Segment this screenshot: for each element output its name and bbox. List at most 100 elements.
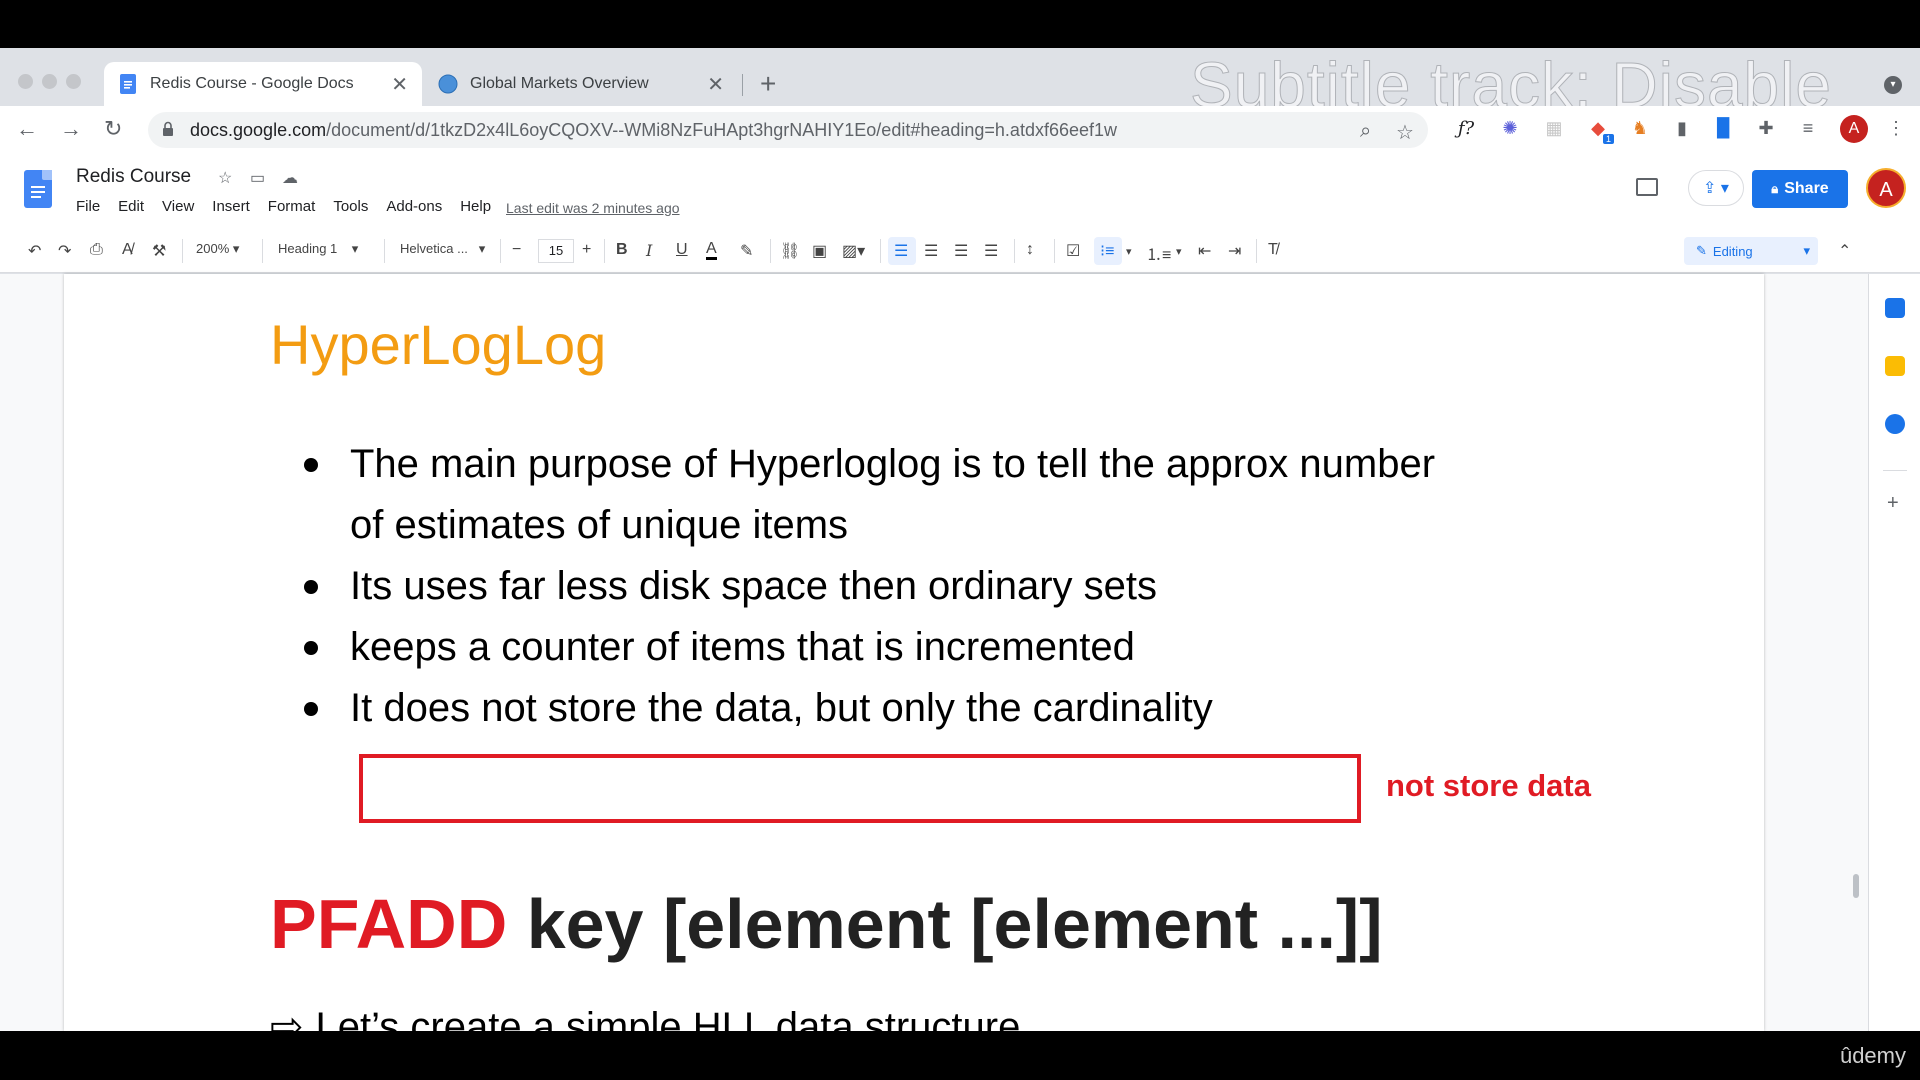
reading-list-icon[interactable]: ≡	[1796, 116, 1820, 140]
justify-icon[interactable]: ☰	[984, 241, 998, 261]
bulleted-list-icon[interactable]: ⁝≡	[1100, 241, 1114, 261]
tab-strip: Redis Course - Google Docs ✕ Global Mark…	[0, 48, 1920, 122]
zoom-select[interactable]: 200% ▾	[196, 241, 239, 257]
menu-help[interactable]: Help	[460, 198, 491, 215]
align-center-icon[interactable]: ☰	[924, 241, 938, 261]
maximize-window-button[interactable]	[66, 74, 81, 89]
fox-extension-icon[interactable]: ♞	[1628, 116, 1652, 140]
address-bar[interactable]: docs.google.com/document/d/1tkzD2x4lL6oy…	[148, 112, 1428, 148]
comment-history-icon[interactable]	[1636, 178, 1658, 196]
chevron-down-icon[interactable]: ▾	[1176, 245, 1182, 258]
cloud-status-icon[interactable]: ☁	[282, 168, 298, 188]
increase-font-size-button[interactable]: +	[582, 241, 591, 259]
puzzle-icon[interactable]: ✚	[1754, 116, 1778, 140]
align-left-icon[interactable]: ☰	[894, 241, 908, 261]
close-icon[interactable]: ✕	[391, 72, 408, 97]
increase-indent-icon[interactable]: ⇥	[1228, 241, 1241, 261]
line-spacing-icon[interactable]: ↕	[1026, 241, 1034, 259]
heading-hyperloglog[interactable]: HyperLogLog	[270, 312, 606, 377]
google-docs-logo-icon[interactable]	[24, 170, 52, 208]
insert-link-icon[interactable]: ⛓	[780, 241, 800, 261]
profile-avatar[interactable]: A	[1840, 115, 1868, 143]
subtext-line[interactable]: ⇨ Let’s create a simple HLL data structur…	[270, 1004, 1020, 1031]
video-bottom-bar: ûdemy	[0, 1031, 1920, 1080]
add-addon-icon[interactable]: +	[1887, 492, 1899, 515]
back-icon[interactable]: ←	[16, 116, 38, 142]
calendar-icon[interactable]	[1885, 298, 1905, 318]
highlight-box	[359, 754, 1361, 823]
redo-icon[interactable]: ↷	[58, 241, 71, 261]
italic-icon[interactable]: I	[646, 241, 652, 260]
present-button[interactable]: ⇪ ▾	[1688, 170, 1744, 206]
menu-edit[interactable]: Edit	[118, 198, 144, 215]
close-window-button[interactable]	[18, 74, 33, 89]
highlight-color-icon[interactable]: ✎	[740, 241, 753, 261]
forward-icon[interactable]: →	[60, 116, 82, 142]
account-avatar[interactable]: A	[1866, 168, 1906, 208]
right-arrow-icon: ⇨	[270, 1005, 304, 1031]
menu-add-ons[interactable]: Add-ons	[386, 198, 442, 215]
tasks-icon[interactable]	[1885, 414, 1905, 434]
checklist-icon[interactable]: ☑	[1066, 241, 1080, 261]
insert-image-icon[interactable]: ▨▾	[842, 241, 865, 261]
google-docs-icon	[118, 73, 138, 95]
tag-extension-icon[interactable]: ◆ 1	[1586, 116, 1614, 144]
grid-extension-icon[interactable]: ▦	[1542, 116, 1566, 140]
font-size-input[interactable]: 15	[538, 239, 574, 263]
document-page[interactable]: HyperLogLog The main purpose of Hyperlog…	[64, 274, 1764, 1031]
chevron-down-icon[interactable]: ▾	[1126, 245, 1132, 258]
bookmark-star-icon[interactable]: ☆	[1396, 120, 1414, 145]
paint-format-icon[interactable]: ⚒	[152, 241, 166, 261]
docs-header: Redis Course ☆ ▭ ☁ File Edit View Insert…	[0, 154, 1920, 229]
command-heading[interactable]: PFADD key [element [element ...]]	[270, 884, 1383, 964]
tab-search-icon[interactable]: ▾	[1884, 76, 1902, 94]
share-button[interactable]: 🔒︎ Share	[1752, 170, 1848, 208]
menu-format[interactable]: Format	[268, 198, 316, 215]
underline-icon[interactable]: U	[676, 241, 688, 259]
keep-icon[interactable]	[1885, 356, 1905, 376]
new-tab-button[interactable]: +	[760, 70, 776, 98]
last-edit-link[interactable]: Last edit was 2 minutes ago	[506, 200, 680, 216]
tab-redis-course[interactable]: Redis Course - Google Docs ✕	[104, 62, 422, 106]
clear-formatting-icon[interactable]: T̸	[1268, 241, 1278, 259]
move-folder-icon[interactable]: ▭	[250, 168, 265, 188]
zoom-icon[interactable]: ⌕	[1360, 120, 1371, 143]
gear-extension-icon[interactable]: ✺	[1498, 116, 1522, 140]
print-icon[interactable]: ⎙	[90, 241, 103, 259]
menu-tools[interactable]: Tools	[333, 198, 368, 215]
tab-global-markets[interactable]: Global Markets Overview ✕	[424, 62, 738, 106]
close-icon[interactable]: ✕	[707, 72, 724, 97]
text-color-icon[interactable]: A	[706, 241, 717, 260]
side-panel: +	[1868, 274, 1920, 1031]
align-right-icon[interactable]: ☰	[954, 241, 968, 261]
decrease-indent-icon[interactable]: ⇤	[1198, 241, 1211, 261]
kebab-menu-icon[interactable]: ⋮	[1884, 116, 1908, 140]
star-icon[interactable]: ☆	[218, 168, 232, 188]
reload-icon[interactable]: ↻	[104, 116, 122, 142]
chart-extension-icon[interactable]: ▮	[1670, 116, 1694, 140]
editing-mode-select[interactable]: ✎ Editing ▾	[1684, 237, 1818, 265]
decrease-font-size-button[interactable]: −	[512, 241, 521, 259]
minimize-window-button[interactable]	[42, 74, 57, 89]
add-comment-icon[interactable]: ▣	[812, 241, 827, 261]
formula-extension-icon[interactable]: ƒ?	[1454, 116, 1478, 140]
undo-icon[interactable]: ↶	[28, 241, 41, 261]
menu-file[interactable]: File	[76, 198, 100, 215]
numbered-list-icon[interactable]: ⒈≡	[1146, 241, 1171, 265]
scrollbar-thumb[interactable]	[1853, 874, 1859, 898]
hide-menus-icon[interactable]: ⌃	[1838, 241, 1851, 261]
book-extension-icon[interactable]: ▉	[1712, 116, 1736, 140]
document-title[interactable]: Redis Course	[76, 166, 191, 188]
style-select[interactable]: Heading 1 ▾	[278, 241, 358, 257]
pencil-icon: ✎	[1696, 243, 1707, 258]
spellcheck-icon[interactable]: A̸	[122, 241, 133, 259]
globe-icon	[438, 73, 458, 95]
menu-view[interactable]: View	[162, 198, 194, 215]
font-select[interactable]: Helvetica ... ▾	[400, 241, 485, 257]
chevron-down-icon: ▾	[1803, 243, 1810, 258]
font-value: Helvetica ...	[400, 241, 468, 256]
url-text: docs.google.com/document/d/1tkzD2x4lL6oy…	[190, 120, 1117, 141]
bold-icon[interactable]: B	[616, 241, 628, 259]
list-item-text: The main purpose of Hyperloglog is to te…	[350, 442, 1436, 486]
menu-insert[interactable]: Insert	[212, 198, 250, 215]
